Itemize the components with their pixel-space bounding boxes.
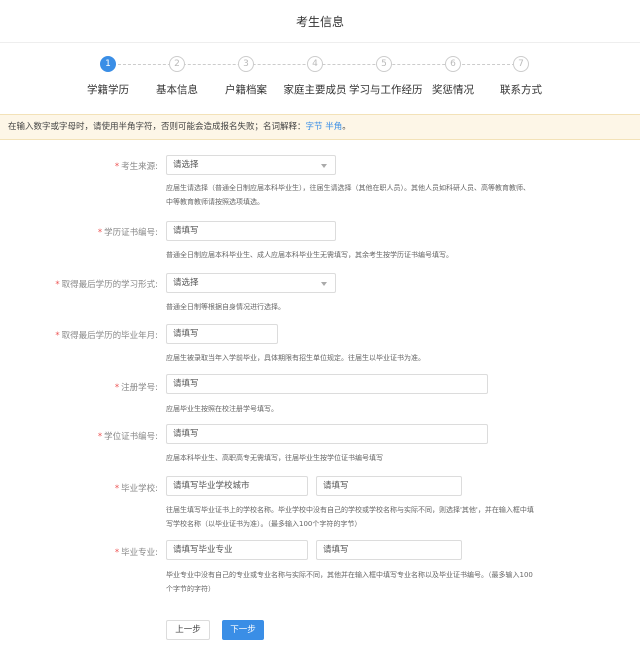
reg-no-label-text: 注册学号: (121, 383, 158, 393)
step-number: 5 (376, 56, 392, 72)
source-hint: 应届生请选择（普通全日制应届本科毕业生），往届生请选择（其他在职人员）。其他人员… (166, 184, 530, 206)
step-4[interactable]: 4 家庭主要成员 (280, 56, 350, 97)
degree-no-input[interactable]: 请填写 (166, 424, 488, 444)
grad-date-hint: 应届生被录取当年入学前毕业，具体期限有招生单位规定。往届生以毕业证书为准。 (166, 354, 425, 362)
major-input[interactable]: 请填写毕业专业 (166, 540, 308, 560)
study-form-select[interactable]: 请选择 (166, 273, 336, 293)
cert-no-label: * 学历证书编号: (0, 226, 158, 238)
glossary-link-byte[interactable]: 字节 (306, 122, 323, 132)
stepper: 1 学籍学历 2 基本信息 3 户籍档案 4 家庭主要成员 5 学习与工作经历 … (0, 56, 640, 106)
degree-no-label: * 学位证书编号: (0, 430, 158, 442)
step-label: 户籍档案 (225, 84, 267, 96)
cert-no-hint: 普通全日制应届本科毕业生、成人应届本科毕业生无需填写，其余考生按学历证书编号填写… (166, 251, 453, 259)
major-label: * 毕业专业: (0, 546, 158, 558)
step-number: 6 (445, 56, 461, 72)
step-number: 7 (513, 56, 529, 72)
step-1[interactable]: 1 学籍学历 (73, 56, 143, 97)
reg-no-hint: 应届毕业生按照在校注册学号填写。 (166, 405, 278, 413)
step-2[interactable]: 2 基本信息 (142, 56, 212, 97)
major-name-input[interactable]: 请填写 (316, 540, 462, 560)
step-label: 学籍学历 (87, 84, 129, 96)
required-mark: * (55, 280, 60, 290)
page-title: 考生信息 (295, 15, 344, 29)
grad-date-label-text: 取得最后学历的毕业年月: (61, 331, 158, 341)
source-select[interactable]: 请选择 (166, 155, 336, 175)
title-divider (0, 42, 640, 43)
school-label-text: 毕业学校: (121, 484, 158, 494)
step-label: 奖惩情况 (432, 84, 474, 96)
major-label-text: 毕业专业: (121, 548, 158, 558)
source-label-text: 考生来源: (121, 162, 158, 172)
required-mark: * (114, 162, 120, 172)
degree-no-label-text: 学位证书编号: (104, 432, 158, 442)
step-number: 4 (307, 56, 323, 72)
school-city-input[interactable]: 请填写毕业学校城市 (166, 476, 308, 496)
school-name-input[interactable]: 请填写 (316, 476, 462, 496)
study-form-hint: 普通全日制等根据自身情况进行选择。 (166, 303, 285, 311)
step-label: 基本信息 (156, 84, 198, 96)
grad-date-label: * 取得最后学历的毕业年月: (0, 329, 158, 341)
school-label: * 毕业学校: (0, 482, 158, 494)
step-number: 2 (169, 56, 185, 72)
source-label: * 考生来源: (0, 160, 158, 172)
next-step-button[interactable]: 下一步 (222, 620, 264, 640)
cert-no-label-text: 学历证书编号: (104, 228, 158, 238)
required-mark: * (97, 432, 103, 442)
required-mark: * (97, 228, 103, 238)
step-7[interactable]: 7 联系方式 (486, 56, 556, 97)
school-hint: 往届生填写毕业证书上的学校名称。毕业学校中没有自己的学校或学校名称与实际不同，则… (166, 506, 534, 528)
step-label: 联系方式 (500, 84, 542, 96)
step-number: 1 (100, 56, 116, 72)
step-3[interactable]: 3 户籍档案 (211, 56, 281, 97)
required-mark: * (55, 331, 60, 341)
step-6[interactable]: 6 奖惩情况 (418, 56, 488, 97)
step-number: 3 (238, 56, 254, 72)
grad-date-input[interactable]: 请填写 (166, 324, 278, 344)
reg-no-label: * 注册学号: (0, 381, 158, 393)
study-form-label-text: 取得最后学历的学习形式: (61, 280, 158, 290)
notice-tail: 。 (342, 122, 351, 132)
cert-no-input[interactable]: 请填写 (166, 221, 336, 241)
notice-bar: 在输入数字或字母时，请使用半角字符，否则可能会造成报名失败；名词解释：字节 半角… (0, 114, 640, 140)
required-mark: * (114, 383, 120, 393)
required-mark: * (114, 548, 120, 558)
notice-text: 在输入数字或字母时，请使用半角字符，否则可能会造成报名失败；名词解释： (8, 122, 306, 132)
study-form-label: * 取得最后学历的学习形式: (0, 278, 158, 290)
required-mark: * (114, 484, 120, 494)
prev-step-button[interactable]: 上一步 (166, 620, 210, 640)
step-label: 学习与工作经历 (349, 84, 423, 96)
step-label: 家庭主要成员 (283, 84, 347, 96)
glossary-link-halfwidth[interactable]: 半角 (325, 122, 342, 132)
step-5[interactable]: 5 学习与工作经历 (349, 56, 423, 97)
degree-no-hint: 应届本科毕业生、高职高专无需填写，往届毕业生按学位证书编号填写 (166, 454, 383, 462)
major-hint: 毕业专业中没有自己的专业或专业名称与实际不同，其他并在输入框中填写专业名称以及毕… (166, 571, 533, 593)
reg-no-input[interactable]: 请填写 (166, 374, 488, 394)
